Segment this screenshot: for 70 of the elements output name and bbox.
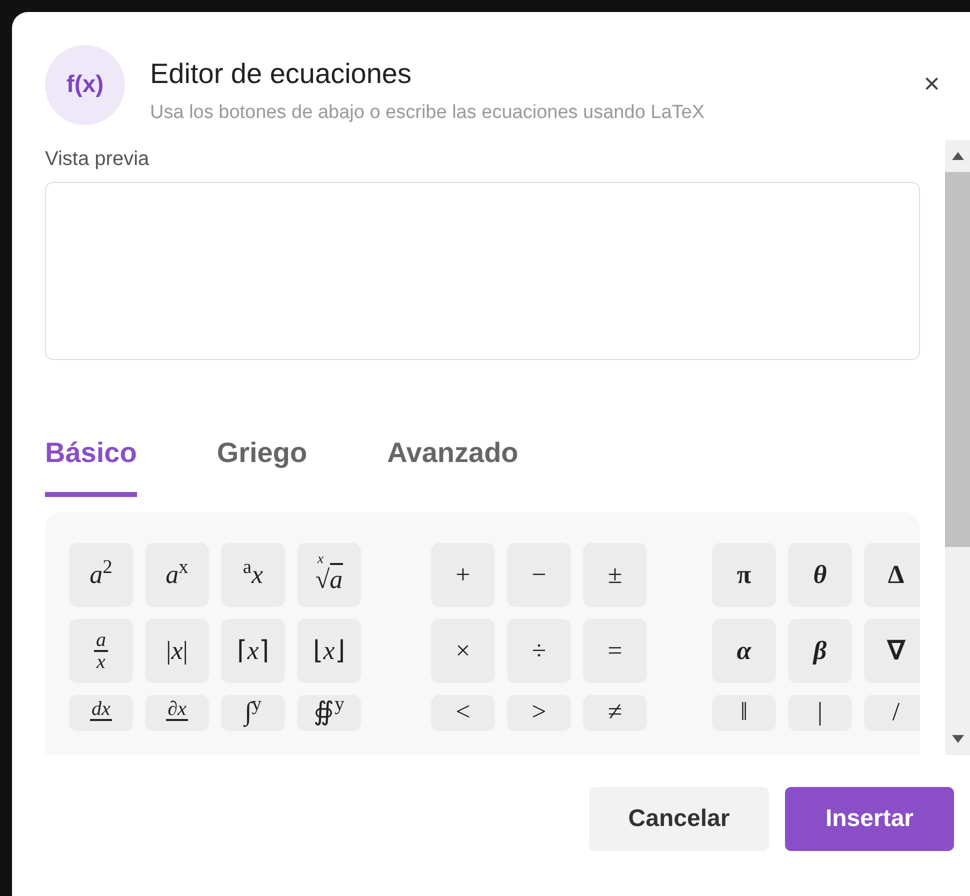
symbol-button[interactable]: ∂x [145,694,209,730]
symbol-button[interactable]: ⌈x⌉ [221,618,285,682]
symbol-button[interactable]: | [788,694,852,730]
symbol-button[interactable]: > [507,694,571,730]
symbol-button[interactable]: / [864,694,920,730]
preview-label: Vista previa [45,146,150,172]
math-symbol: ⌈x⌉ [237,638,269,664]
cancel-button[interactable]: Cancelar [589,786,769,850]
tab[interactable]: Avanzado [387,432,518,496]
symbol-button[interactable]: β [788,618,852,682]
dialog-subtitle: Usa los botones de abajo o escribe las ecuaciones usando LaTeX [150,101,706,125]
symbol-button[interactable]: θ [788,542,852,606]
math-symbol: | [817,698,823,724]
symbol-button[interactable]: α [712,618,776,682]
function-icon: f(x) [45,45,125,125]
math-symbol: π [736,562,752,588]
math-symbol: > [532,698,546,724]
dialog-title: Editor de ecuaciones [150,57,413,91]
math-symbol: ‖ [740,698,748,724]
math-symbol: ∫$^{y}$ [244,698,262,724]
symbol-button[interactable]: $^{a}$x [221,542,285,606]
math-symbol: θ [813,562,827,588]
tab[interactable]: Griego [216,432,308,496]
math-symbol: < [456,698,470,724]
math-symbol: ∇ [888,638,904,664]
math-symbol: Δ [888,562,904,588]
symbol-button[interactable]: ∇ [864,618,920,682]
math-symbol: β [813,638,827,664]
math-symbol: ⌊x⌋ [313,638,345,664]
math-symbol: α [736,638,752,664]
math-symbol: − [532,562,546,588]
symbol-button[interactable]: ⌊x⌋ [297,618,361,682]
symbol-button[interactable]: Δ [864,542,920,606]
symbol-button[interactable]: a$^{x}$ [145,542,209,606]
symbol-button[interactable]: ∯$^{y}$ [297,694,361,730]
symbol-button[interactable]: − [507,542,571,606]
math-symbol: = [608,638,622,664]
math-symbol: ± [608,562,622,588]
math-symbol: / [892,698,900,724]
math-symbol: a$^{x}$ [166,562,188,588]
symbol-button[interactable]: a x [69,618,133,682]
scrollbar[interactable] [945,140,970,754]
symbol-button[interactable]: π [712,542,776,606]
symbol-button[interactable]: + [431,542,495,606]
math-symbol: a$^{2}$ [90,562,112,588]
symbol-button[interactable]: |x| [145,618,209,682]
insert-button[interactable]: Insertar [785,786,954,850]
symbol-button[interactable]: ∫$^{y}$ [221,694,285,730]
math-symbol: $^{a}$x [242,562,264,588]
symbol-button[interactable]: × [431,618,495,682]
scroll-up-icon[interactable] [952,152,964,160]
symbol-button[interactable]: = [583,618,647,682]
math-symbol: ≠ [608,698,622,724]
math-symbol: |x| [166,638,188,664]
symbol-button[interactable]: x √a [297,542,361,606]
symbol-button[interactable]: ÷ [507,618,571,682]
symbol-button[interactable]: ≠ [583,694,647,730]
math-symbol: ∯$^{y}$ [314,698,344,724]
math-symbol: + [456,562,470,588]
math-symbol: ÷ [532,638,546,664]
scrollbar-thumb[interactable] [945,172,970,546]
symbol-button[interactable]: dx [69,694,133,730]
close-button[interactable]: × [924,63,940,105]
tab[interactable]: Básico [45,432,137,496]
symbol-button[interactable]: < [431,694,495,730]
symbol-button[interactable]: ± [583,542,647,606]
symbol-button[interactable]: ‖ [712,694,776,730]
math-symbol: × [456,638,470,664]
scroll-down-icon[interactable] [952,734,964,742]
symbol-button[interactable]: a$^{2}$ [69,542,133,606]
